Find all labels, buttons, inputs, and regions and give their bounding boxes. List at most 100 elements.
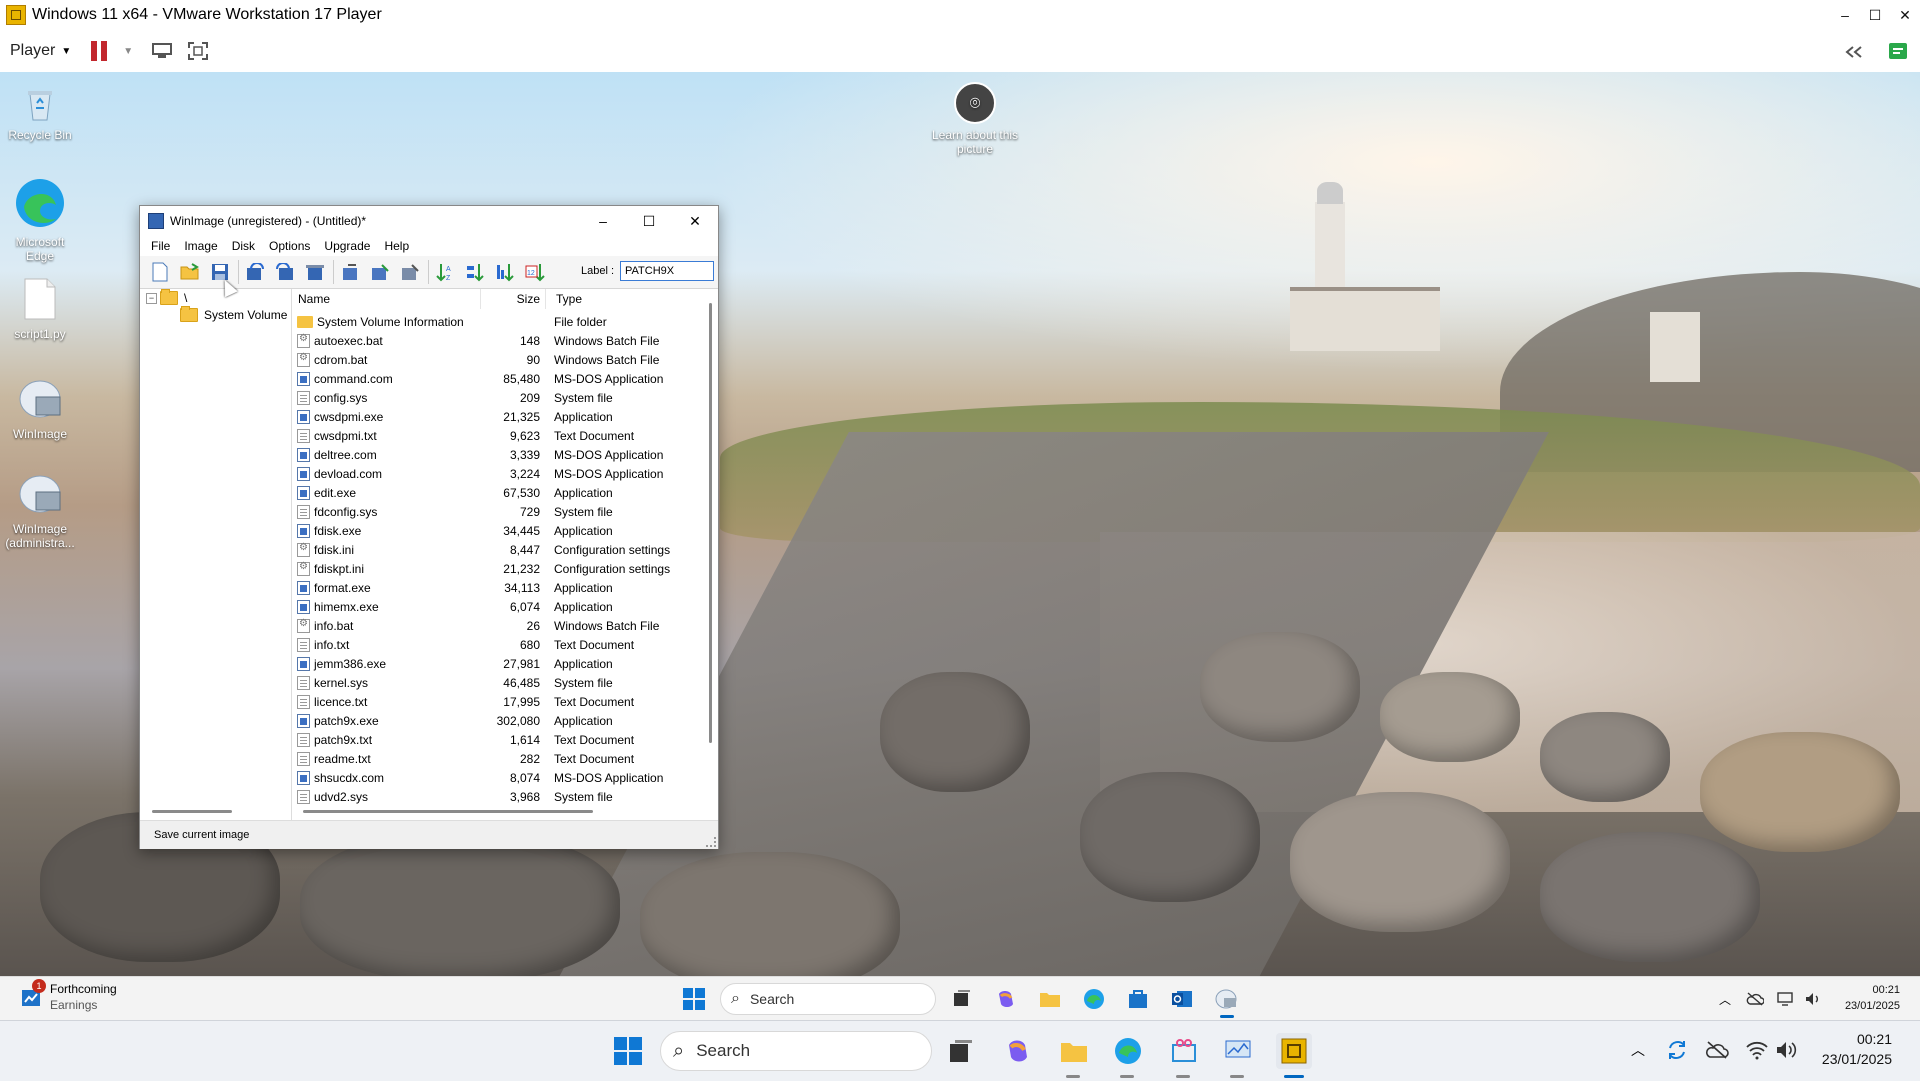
widget-text[interactable]: Forthcoming Earnings <box>50 981 117 1013</box>
sort-by-size-icon[interactable] <box>493 260 517 284</box>
host-task-view-icon[interactable] <box>945 1035 977 1067</box>
tree-item-system-volume[interactable]: System Volume I <box>180 306 291 322</box>
host-chevron-up-icon[interactable]: ︿ <box>1627 1039 1649 1061</box>
guest-search-box[interactable]: ⌕ Search <box>720 983 936 1015</box>
onedrive-offline-icon[interactable] <box>1745 989 1765 1009</box>
menu-disk[interactable]: Disk <box>225 239 262 253</box>
winimage-close-button[interactable]: ✕ <box>672 206 718 236</box>
host-search-box[interactable]: ⌕ Search <box>660 1031 932 1071</box>
desktop-icon-script[interactable]: script1.py <box>0 277 80 341</box>
file-row[interactable]: fdisk.ini 8,447 Configuration settings <box>293 540 704 559</box>
file-row[interactable]: shsucdx.com 8,074 MS-DOS Application <box>293 768 704 787</box>
file-row[interactable]: readme.txt 282 Text Document <box>293 749 704 768</box>
file-row[interactable]: patch9x.txt 1,614 Text Document <box>293 730 704 749</box>
fullscreen-icon[interactable] <box>185 39 211 63</box>
file-row[interactable]: edit.exe 67,530 Application <box>293 483 704 502</box>
winimage-taskbar-icon[interactable] <box>1214 987 1238 1011</box>
host-copilot-icon[interactable] <box>1002 1035 1034 1067</box>
message-log-icon[interactable] <box>1886 40 1910 64</box>
file-row[interactable]: format.exe 34,113 Application <box>293 578 704 597</box>
chevron-down-icon[interactable]: ▼ <box>61 46 71 57</box>
menu-upgrade[interactable]: Upgrade <box>317 239 377 253</box>
task-view-icon[interactable] <box>950 987 974 1011</box>
file-row[interactable]: cwsdpmi.txt 9,623 Text Document <box>293 426 704 445</box>
host-file-explorer-icon[interactable] <box>1058 1035 1090 1067</box>
column-header-type[interactable]: Type <box>546 289 704 309</box>
sort-by-ext-icon[interactable] <box>463 260 487 284</box>
desktop-icon-winimage[interactable]: WinImage <box>0 377 80 441</box>
file-row[interactable]: himemx.exe 6,074 Application <box>293 597 704 616</box>
column-header-name[interactable]: Name <box>293 289 481 309</box>
file-row[interactable]: info.txt 680 Text Document <box>293 635 704 654</box>
host-clock[interactable]: 00:21 23/01/2025 <box>1800 1029 1892 1069</box>
collapse-toolbar-icon[interactable] <box>1842 40 1866 64</box>
new-image-icon[interactable] <box>148 260 172 284</box>
winimage-maximize-button[interactable]: ☐ <box>626 206 672 236</box>
start-button[interactable] <box>682 987 706 1011</box>
host-volume-icon[interactable] <box>1774 1037 1800 1063</box>
host-edge-icon[interactable] <box>1112 1035 1144 1067</box>
file-row[interactable]: System Volume Information File folder <box>293 312 704 331</box>
minimize-button[interactable]: – <box>1830 0 1860 30</box>
write-disk-icon[interactable] <box>273 260 297 284</box>
sort-by-name-icon[interactable]: AZ <box>433 260 457 284</box>
inject-icon[interactable] <box>338 260 362 284</box>
host-vmware-icon[interactable] <box>1276 1033 1312 1069</box>
host-snipping-tool-icon[interactable] <box>1168 1035 1200 1067</box>
open-image-icon[interactable] <box>178 260 202 284</box>
host-start-button[interactable] <box>612 1035 644 1067</box>
file-row[interactable]: cdrom.bat 90 Windows Batch File <box>293 350 704 369</box>
menu-image[interactable]: Image <box>177 239 224 253</box>
pause-icon[interactable] <box>91 41 108 61</box>
send-ctrl-alt-del-icon[interactable] <box>149 39 175 63</box>
learn-about-picture[interactable]: ⌾ Learn about this picture <box>930 82 1020 156</box>
close-button[interactable]: ✕ <box>1890 0 1920 30</box>
power-dropdown-icon[interactable]: ▼ <box>123 46 133 57</box>
menu-help[interactable]: Help <box>377 239 416 253</box>
file-row[interactable]: command.com 85,480 MS-DOS Application <box>293 369 704 388</box>
outlook-icon[interactable] <box>1170 987 1194 1011</box>
column-header-size[interactable]: Size <box>481 289 546 309</box>
host-onedrive-offline-icon[interactable] <box>1704 1037 1730 1063</box>
maximize-button[interactable]: ☐ <box>1860 0 1890 30</box>
menu-options[interactable]: Options <box>262 239 317 253</box>
file-row[interactable]: devload.com 3,224 MS-DOS Application <box>293 464 704 483</box>
file-row[interactable]: autoexec.bat 148 Windows Batch File <box>293 331 704 350</box>
properties-icon[interactable] <box>398 260 422 284</box>
format-disk-icon[interactable] <box>303 260 327 284</box>
store-icon[interactable] <box>1126 987 1150 1011</box>
file-row[interactable]: cwsdpmi.exe 21,325 Application <box>293 407 704 426</box>
winimage-minimize-button[interactable]: – <box>580 206 626 236</box>
network-icon[interactable] <box>1775 989 1795 1009</box>
file-explorer-icon[interactable] <box>1038 987 1062 1011</box>
wifi-icon[interactable] <box>1744 1037 1770 1063</box>
file-row[interactable]: fdisk.exe 34,445 Application <box>293 521 704 540</box>
file-row[interactable]: kernel.sys 46,485 System file <box>293 673 704 692</box>
menu-file[interactable]: File <box>144 239 177 253</box>
desktop-icon-winimage-admin[interactable]: WinImage (administra... <box>0 472 80 550</box>
host-monitor-icon[interactable] <box>1222 1035 1254 1067</box>
edge-taskbar-icon[interactable] <box>1082 987 1106 1011</box>
file-row[interactable]: deltree.com 3,339 MS-DOS Application <box>293 445 704 464</box>
file-row[interactable]: info.bat 26 Windows Batch File <box>293 616 704 635</box>
list-horizontal-scrollbar[interactable] <box>293 804 704 818</box>
tree-horizontal-scrollbar[interactable] <box>140 804 291 818</box>
host-sync-icon[interactable] <box>1664 1037 1690 1063</box>
desktop-icon-edge[interactable]: Microsoft Edge <box>0 177 80 263</box>
extract-icon[interactable] <box>368 260 392 284</box>
guest-clock[interactable]: 00:21 23/01/2025 <box>1820 982 1900 1014</box>
file-row[interactable]: jemm386.exe 27,981 Application <box>293 654 704 673</box>
file-row[interactable]: patch9x.exe 302,080 Application <box>293 711 704 730</box>
desktop-icon-recycle-bin[interactable]: Recycle Bin <box>0 86 80 142</box>
read-disk-icon[interactable] <box>243 260 267 284</box>
file-row[interactable]: fdconfig.sys 729 System file <box>293 502 704 521</box>
copilot-icon[interactable] <box>994 987 1018 1011</box>
winimage-titlebar[interactable]: WinImage (unregistered) - (Untitled)* – … <box>140 206 718 236</box>
file-row[interactable]: config.sys 209 System file <box>293 388 704 407</box>
tree-root[interactable]: − \ <box>146 289 187 305</box>
resize-grip[interactable] <box>706 837 716 847</box>
volume-label-field[interactable] <box>620 261 714 281</box>
chevron-up-icon[interactable]: ︿ <box>1715 989 1735 1009</box>
sort-by-date-icon[interactable]: 12 <box>523 260 547 284</box>
vertical-scrollbar[interactable] <box>704 289 718 820</box>
